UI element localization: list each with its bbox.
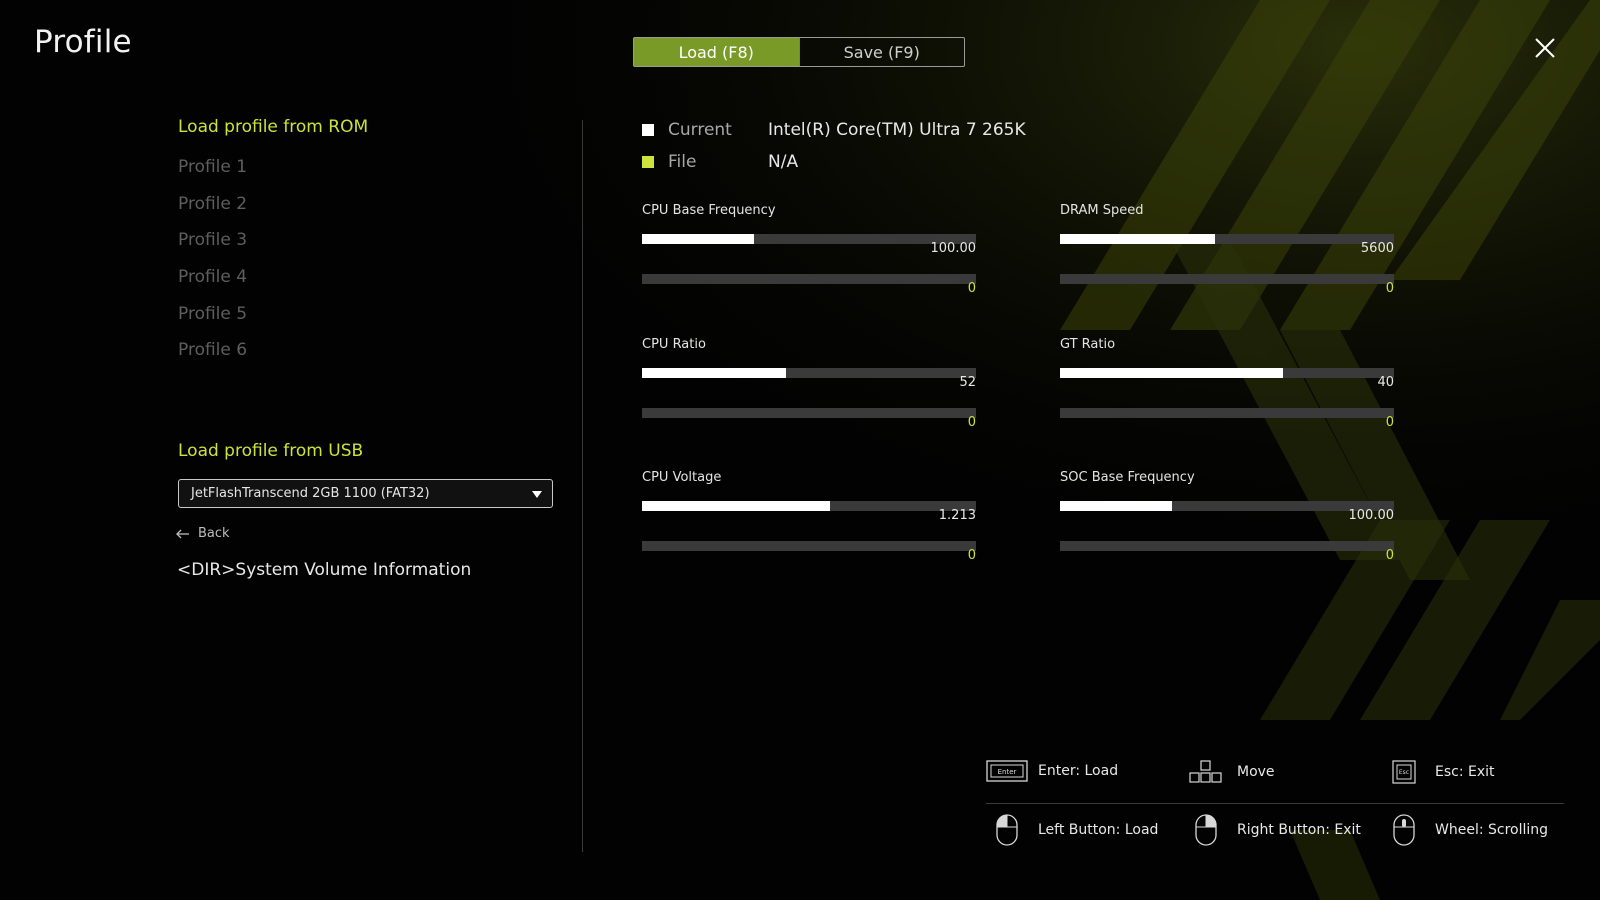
dropdown-arrow-icon xyxy=(532,491,542,498)
profile-item-2[interactable]: Profile 2 xyxy=(178,193,247,230)
esc-key-icon: Esc xyxy=(1392,760,1416,784)
rom-profile-list: Profile 1 Profile 2 Profile 3 Profile 4 … xyxy=(178,156,247,376)
close-icon xyxy=(1535,38,1555,58)
hint-move-label: Move xyxy=(1237,764,1275,780)
current-bar-track xyxy=(642,501,976,511)
current-value: 5600 xyxy=(1360,241,1394,256)
back-link[interactable]: Back xyxy=(176,526,230,541)
file-value: 0 xyxy=(967,281,976,296)
profile-item-1[interactable]: Profile 1 xyxy=(178,156,247,193)
hint-right-button-label: Right Button: Exit xyxy=(1237,822,1361,838)
hint-left-button-label: Left Button: Load xyxy=(1038,822,1159,838)
hint-left-button-load: Left Button: Load xyxy=(985,814,1158,846)
mouse-wheel-icon xyxy=(1393,814,1415,846)
metric-label: CPU Base Frequency xyxy=(642,203,776,218)
hint-enter-load: Enter Enter: Load xyxy=(985,760,1118,782)
back-label: Back xyxy=(198,526,230,541)
usb-device-dropdown[interactable]: JetFlashTranscend 2GB 1100 (FAT32) xyxy=(178,479,553,508)
hint-wheel-scrolling: Wheel: Scrolling xyxy=(1382,814,1548,846)
file-bar-track xyxy=(1060,541,1394,551)
current-swatch xyxy=(642,124,654,136)
current-bar-fill xyxy=(1060,234,1216,244)
profile-item-3[interactable]: Profile 3 xyxy=(178,229,247,266)
enter-key-text: Enter xyxy=(998,768,1017,776)
hint-esc-label: Esc: Exit xyxy=(1435,764,1495,780)
file-bar-track xyxy=(1060,274,1394,284)
metric-label: GT Ratio xyxy=(1060,337,1116,352)
current-bar-track xyxy=(1060,501,1394,511)
file-bar-track xyxy=(642,541,976,551)
legend-current-row: Current Intel(R) Core(TM) Ultra 7 265K xyxy=(642,120,1026,140)
file-swatch xyxy=(642,156,654,168)
usb-section-heading: Load profile from USB xyxy=(178,441,364,461)
file-bar-track xyxy=(642,274,976,284)
metric-label: CPU Voltage xyxy=(642,470,722,485)
metric-label: CPU Ratio xyxy=(642,337,706,352)
current-bar-fill xyxy=(642,368,787,378)
current-bar-track xyxy=(642,234,976,244)
profile-item-4[interactable]: Profile 4 xyxy=(178,266,247,303)
mouse-right-button-icon xyxy=(1195,814,1217,846)
metric-label: SOC Base Frequency xyxy=(1060,470,1195,485)
current-bar-track xyxy=(642,368,976,378)
rom-section-heading: Load profile from ROM xyxy=(178,117,369,137)
hints-divider xyxy=(986,803,1564,804)
usb-device-selected-value: JetFlashTranscend 2GB 1100 (FAT32) xyxy=(191,486,430,501)
current-bar-fill xyxy=(642,501,831,511)
legend-file-row: File N/A xyxy=(642,152,798,172)
current-value: 1.213 xyxy=(938,508,976,523)
hint-move: Move xyxy=(1184,760,1275,784)
file-value: 0 xyxy=(967,415,976,430)
tab-load[interactable]: Load (F8) xyxy=(634,38,799,66)
hint-enter-label: Enter: Load xyxy=(1038,763,1119,779)
legend-file-value: N/A xyxy=(768,152,799,172)
legend-file-label: File xyxy=(668,152,697,172)
current-value: 40 xyxy=(1377,375,1394,390)
metric-label: DRAM Speed xyxy=(1060,203,1144,218)
current-value: 52 xyxy=(959,375,976,390)
hint-wheel-label: Wheel: Scrolling xyxy=(1435,822,1549,838)
arrow-keys-icon xyxy=(1189,760,1222,783)
load-save-tabs: Load (F8) Save (F9) xyxy=(633,37,965,67)
current-bar-fill xyxy=(1060,501,1172,511)
file-bar-track xyxy=(1060,408,1394,418)
file-value: 0 xyxy=(967,548,976,563)
file-value: 0 xyxy=(1385,548,1394,563)
current-value: 100.00 xyxy=(1348,508,1395,523)
legend-current-label: Current xyxy=(668,120,732,140)
mouse-left-button-icon xyxy=(996,814,1018,846)
hint-right-button-exit: Right Button: Exit xyxy=(1184,814,1361,846)
hint-esc-exit: Esc Esc: Exit xyxy=(1382,760,1495,784)
profile-item-5[interactable]: Profile 5 xyxy=(178,303,247,340)
file-value: 0 xyxy=(1385,415,1394,430)
usb-dir-entry[interactable]: <DIR>System Volume Information xyxy=(177,560,471,580)
column-divider xyxy=(582,120,583,852)
current-bar-track xyxy=(1060,368,1394,378)
profile-item-6[interactable]: Profile 6 xyxy=(178,339,247,376)
current-value: 100.00 xyxy=(930,241,977,256)
file-bar-track xyxy=(642,408,976,418)
arrow-left-icon xyxy=(176,529,189,538)
current-bar-fill xyxy=(1060,368,1283,378)
esc-key-text: Esc xyxy=(1399,769,1409,776)
tab-save[interactable]: Save (F9) xyxy=(798,38,965,66)
file-value: 0 xyxy=(1385,281,1394,296)
current-bar-track xyxy=(1060,234,1394,244)
current-bar-fill xyxy=(642,234,754,244)
close-button[interactable] xyxy=(1533,36,1557,60)
page-title: Profile xyxy=(34,24,132,60)
enter-key-icon: Enter xyxy=(986,760,1028,782)
legend-current-value: Intel(R) Core(TM) Ultra 7 265K xyxy=(768,120,1026,140)
